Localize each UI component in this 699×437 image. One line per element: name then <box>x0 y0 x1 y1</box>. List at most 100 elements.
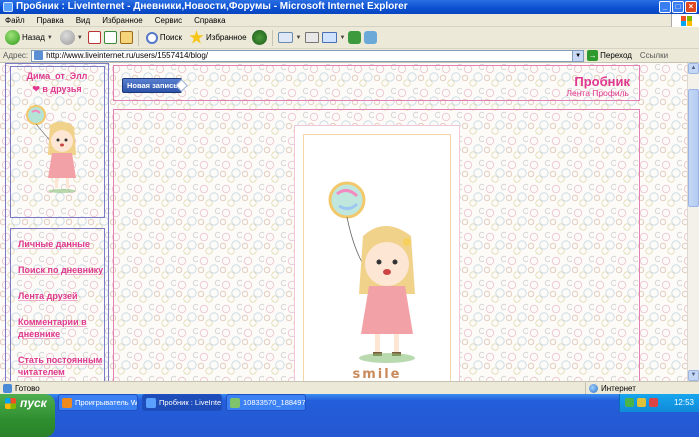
chevron-down-icon[interactable]: ▼ <box>77 35 83 41</box>
toolbar-separator <box>137 29 139 46</box>
sidebar-item-friends-feed[interactable]: Лента друзей <box>18 290 104 302</box>
scroll-up-icon[interactable]: ▲ <box>688 63 699 74</box>
status-bar: Готово Интернет <box>0 381 699 395</box>
chevron-down-icon[interactable]: ▼ <box>47 35 53 41</box>
profile-name[interactable]: Пробник <box>574 74 630 89</box>
sidebar-item-subscribe[interactable]: Стать постоянным читателем <box>18 354 104 378</box>
close-button[interactable]: × <box>685 1 697 13</box>
menu-help[interactable]: Справка <box>193 16 226 25</box>
task-ie-window[interactable]: Пробник : LiveIntern... <box>142 394 222 411</box>
sidebar-username[interactable]: Дима_от_Элл <box>10 70 104 82</box>
chevron-down-icon[interactable]: ▼ <box>340 35 346 41</box>
forward-button[interactable]: ▼ <box>58 29 85 47</box>
page-status-icon <box>3 383 12 393</box>
forward-arrow-icon <box>59 30 75 45</box>
add-friend-link[interactable]: ❤ в друзья <box>10 83 104 95</box>
menu-favorites[interactable]: Избранное <box>101 16 144 25</box>
ie-icon <box>146 398 156 408</box>
windows-logo-icon <box>671 14 699 27</box>
address-bar: Адрес: http://www.liveinternet.ru/users/… <box>0 49 699 63</box>
address-label: Адрес: <box>3 51 29 60</box>
page-icon <box>34 51 44 60</box>
menu-edit[interactable]: Правка <box>36 16 65 25</box>
chevron-down-icon[interactable]: ▼ <box>572 50 584 61</box>
antivirus-icon[interactable] <box>649 398 658 407</box>
search-label: Поиск <box>159 33 182 42</box>
media-icon[interactable] <box>251 30 267 45</box>
clock: 12:53 <box>673 398 694 407</box>
favorites-button[interactable]: Избранное <box>187 29 249 47</box>
address-url: http://www.liveinternet.ru/users/1557414… <box>46 51 208 60</box>
menu-bar: Файл Правка Вид Избранное Сервис Справка <box>0 14 699 27</box>
system-tray: 12:53 <box>619 394 699 412</box>
menu-view[interactable]: Вид <box>75 16 91 25</box>
search-icon <box>145 31 158 44</box>
start-label: пуск <box>20 396 47 410</box>
go-arrow-icon: → <box>587 50 599 61</box>
status-text: Готово <box>15 383 40 393</box>
address-input[interactable]: http://www.liveinternet.ru/users/1557414… <box>31 49 585 62</box>
print-icon[interactable] <box>304 32 319 43</box>
network-icon[interactable] <box>625 398 634 407</box>
back-arrow-icon <box>5 30 20 45</box>
sidebar-links: Личные данные Поиск по дневнику Лента др… <box>18 238 104 381</box>
window-title: Пробник : LiveInternet - Дневники,Новост… <box>16 1 408 12</box>
search-button[interactable]: Поиск <box>144 29 184 47</box>
zone-label: Интернет <box>601 384 636 393</box>
menu-tools[interactable]: Сервис <box>154 16 183 25</box>
toolbar-separator <box>271 29 273 46</box>
globe-icon <box>589 384 598 393</box>
ie-icon <box>3 2 13 12</box>
start-button[interactable]: пуск <box>0 394 55 437</box>
edit-icon[interactable] <box>321 32 337 43</box>
links-button[interactable]: Ссылки <box>640 51 668 60</box>
messenger-icon[interactable] <box>348 31 362 44</box>
maximize-button[interactable]: □ <box>672 1 684 13</box>
avatar <box>26 105 76 193</box>
star-icon <box>189 30 204 44</box>
mail-icon[interactable] <box>277 32 293 43</box>
task-label: Проигрыватель Win... <box>75 398 138 407</box>
volume-icon[interactable] <box>637 398 646 407</box>
title-bar: Пробник : LiveInternet - Дневники,Новост… <box>0 0 699 14</box>
new-post-label: Новая запись <box>127 81 178 90</box>
home-icon[interactable] <box>119 31 133 44</box>
task-media-player[interactable]: Проигрыватель Win... <box>58 394 138 411</box>
task-label: Пробник : LiveIntern... <box>159 398 222 407</box>
girl-with-balloon-illustration <box>328 181 415 363</box>
page-content: Дима_от_Элл ❤ в друзья Личные данные Пои… <box>0 63 687 381</box>
sidebar-item-personal-data[interactable]: Личные данные <box>18 238 104 250</box>
windows-flag-icon <box>5 398 16 409</box>
toolbar: Назад ▼ ▼ Поиск Избранное ▼ ▼ <box>0 27 699 49</box>
go-label: Переход <box>600 51 632 60</box>
taskbar: пуск Проигрыватель Win... Пробник : Live… <box>0 394 699 437</box>
image-viewer-icon <box>230 398 240 408</box>
sidebar-item-comments[interactable]: Комментарии в дневнике <box>18 316 104 340</box>
task-image-viewer[interactable]: 10833570_18849743... <box>226 394 306 411</box>
scroll-down-icon[interactable]: ▼ <box>688 370 699 381</box>
sidebar-item-diary-search[interactable]: Поиск по дневнику <box>18 264 104 276</box>
favorites-label: Избранное <box>206 33 247 42</box>
menu-file[interactable]: Файл <box>4 16 26 25</box>
profile-links[interactable]: Лента Профиль <box>566 88 629 98</box>
post-image-caption: smile <box>352 367 402 381</box>
task-label: 10833570_18849743... <box>243 398 306 407</box>
vertical-scrollbar[interactable]: ▲ ▼ <box>687 63 699 381</box>
taskbar-tasks: Проигрыватель Win... Пробник : LiveInter… <box>58 394 306 412</box>
add-friend-label: в друзья <box>42 84 82 94</box>
header-frame <box>113 65 640 101</box>
heart-icon: ❤ <box>32 84 40 94</box>
stop-icon[interactable] <box>87 31 101 44</box>
window-controls: _ □ × <box>659 1 697 13</box>
media-player-icon <box>62 398 72 408</box>
refresh-icon[interactable] <box>103 31 117 44</box>
minimize-button[interactable]: _ <box>659 1 671 13</box>
research-icon[interactable] <box>364 31 378 44</box>
chevron-down-icon[interactable]: ▼ <box>296 35 302 41</box>
back-label: Назад <box>22 33 45 42</box>
back-button[interactable]: Назад ▼ <box>3 29 55 47</box>
post-image: smile <box>294 125 460 381</box>
scroll-thumb[interactable] <box>688 89 699 207</box>
new-post-button[interactable]: Новая запись <box>122 78 188 93</box>
go-button[interactable]: → Переход <box>587 50 632 61</box>
